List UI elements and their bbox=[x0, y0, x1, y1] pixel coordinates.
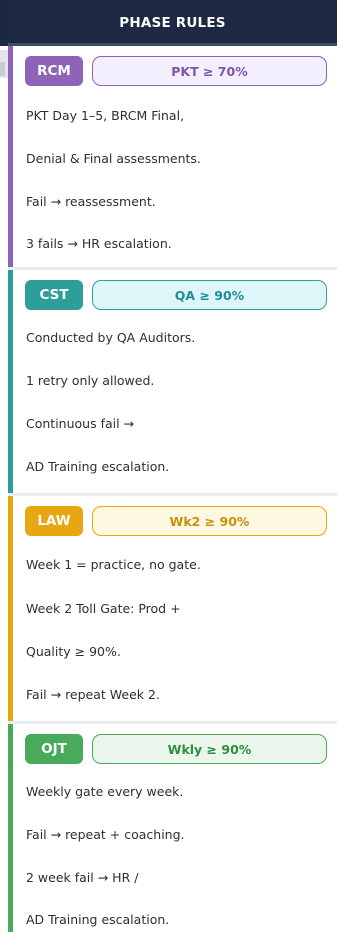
phase-code-badge: CST bbox=[25, 280, 83, 310]
phase-threshold-pill: Wkly ≥ 90% bbox=[92, 734, 327, 764]
phase-section-rcm: RCM PKT ≥ 70% PKT Day 1–5, BRCM Final, D… bbox=[8, 46, 337, 270]
phase-code-badge: LAW bbox=[25, 506, 83, 536]
rule-line: Continuous fail → bbox=[26, 416, 135, 431]
background-window-edge bbox=[0, 0, 8, 932]
rule-line: Conducted by QA Auditors. bbox=[26, 330, 196, 345]
phase-accent-bar bbox=[8, 496, 13, 724]
background-control-edge-inner bbox=[0, 62, 5, 76]
rule-line: Fail → repeat + coaching. bbox=[26, 827, 185, 842]
panel-title: PHASE RULES bbox=[8, 0, 337, 46]
phase-section-cst: CST QA ≥ 90% Conducted by QA Auditors. 1… bbox=[8, 270, 337, 496]
phase-accent-bar bbox=[8, 724, 13, 932]
rule-line: 1 retry only allowed. bbox=[26, 373, 155, 388]
rule-line: Fail → repeat Week 2. bbox=[26, 687, 160, 702]
rule-line: AD Training escalation. bbox=[26, 912, 170, 927]
rule-line: 2 week fail → HR / bbox=[26, 870, 139, 885]
rule-line: Fail → reassessment. bbox=[26, 194, 156, 209]
rule-line: AD Training escalation. bbox=[26, 459, 170, 474]
phase-accent-bar bbox=[8, 46, 13, 270]
background-header-edge bbox=[0, 0, 8, 46]
phase-accent-bar bbox=[8, 270, 13, 496]
phase-section-law: LAW Wk2 ≥ 90% Week 1 = practice, no gate… bbox=[8, 496, 337, 724]
phase-code-badge: OJT bbox=[25, 734, 83, 764]
phase-code-badge: RCM bbox=[25, 56, 83, 86]
phase-threshold-pill: Wk2 ≥ 90% bbox=[92, 506, 327, 536]
rule-line: PKT Day 1–5, BRCM Final, bbox=[26, 108, 185, 123]
rule-line: Week 1 = practice, no gate. bbox=[26, 557, 201, 572]
phase-threshold-pill: QA ≥ 90% bbox=[92, 280, 327, 310]
phase-section-ojt: OJT Wkly ≥ 90% Weekly gate every week. F… bbox=[8, 724, 337, 932]
phase-threshold-pill: PKT ≥ 70% bbox=[92, 56, 327, 86]
rule-line: Quality ≥ 90%. bbox=[26, 644, 121, 659]
rule-line: Week 2 Toll Gate: Prod + bbox=[26, 601, 181, 616]
rule-line: Denial & Final assessments. bbox=[26, 151, 201, 166]
rule-line: 3 fails → HR escalation. bbox=[26, 236, 172, 251]
phase-rules-panel: PHASE RULES RCM PKT ≥ 70% PKT Day 1–5, B… bbox=[8, 0, 337, 932]
rule-line: Weekly gate every week. bbox=[26, 784, 184, 799]
